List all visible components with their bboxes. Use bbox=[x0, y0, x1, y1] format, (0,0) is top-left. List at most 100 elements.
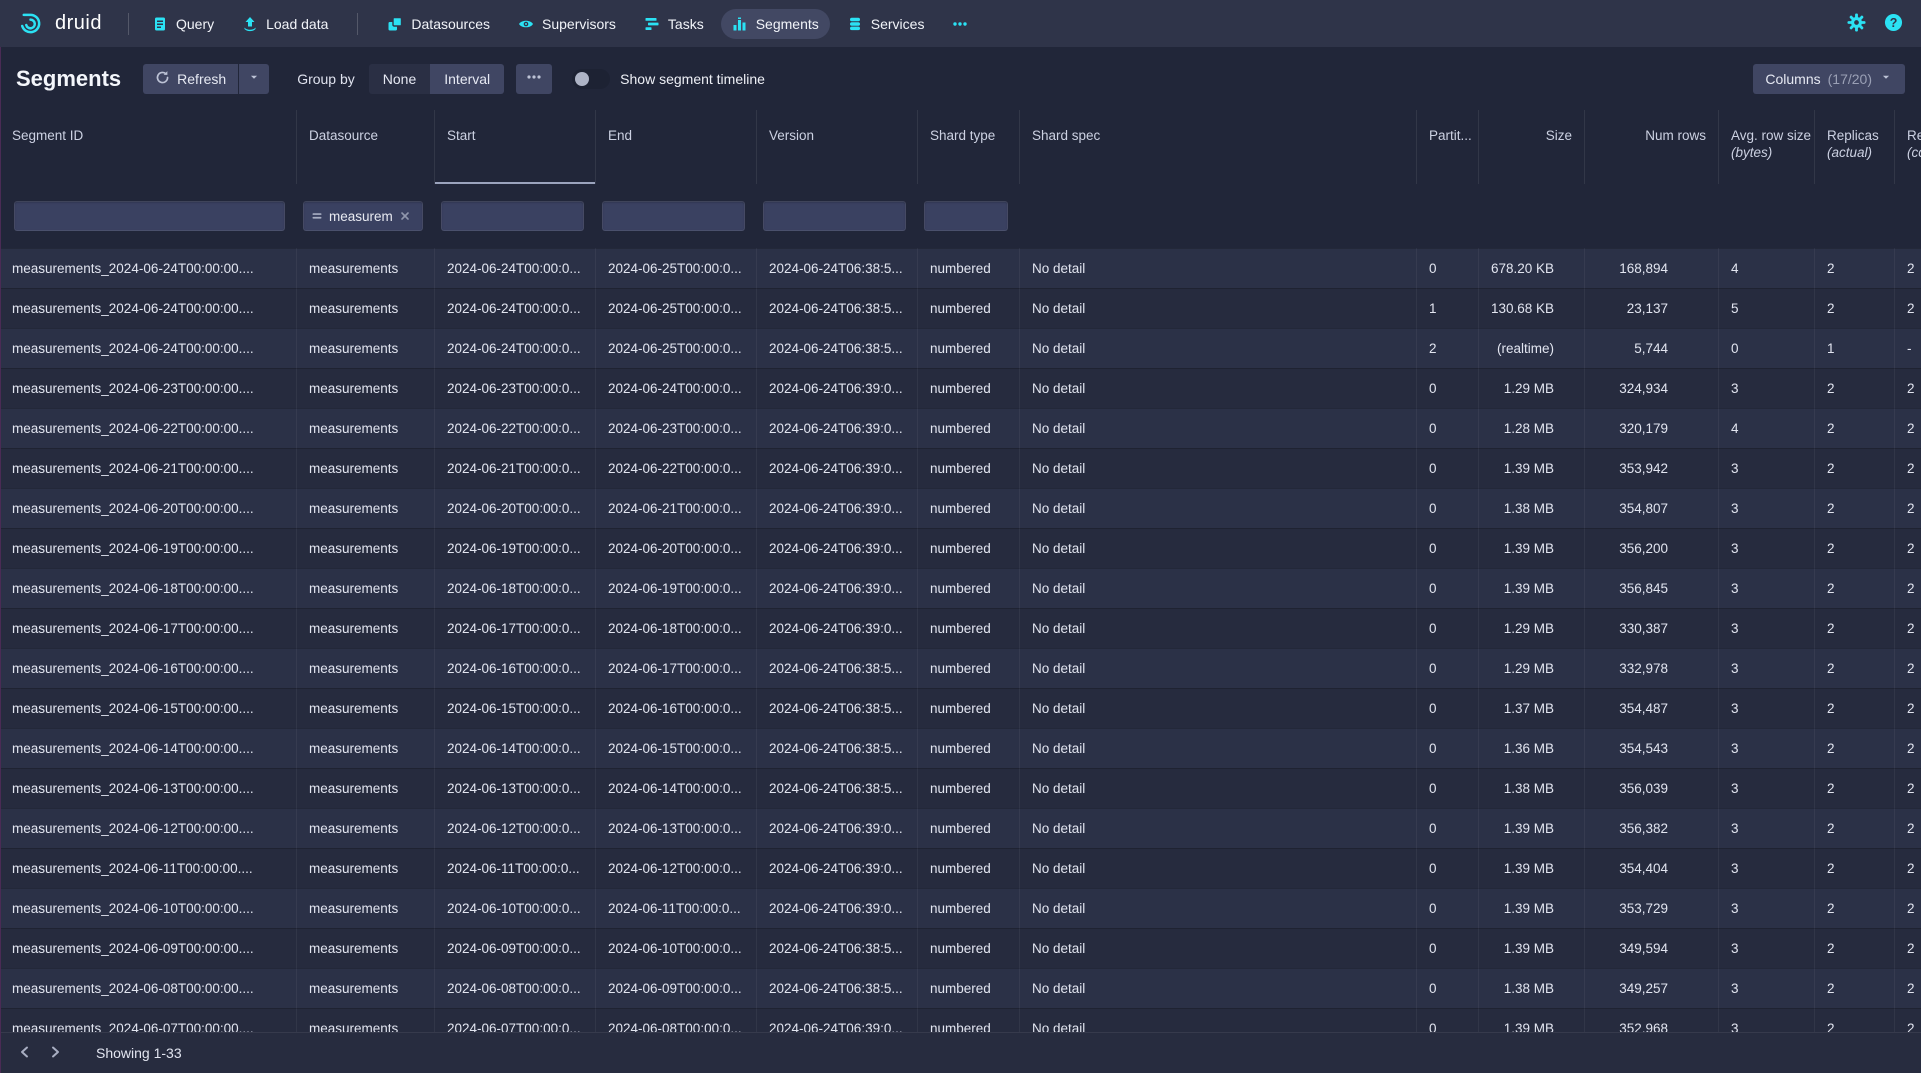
end-cell: 2024-06-10T00:00:0... bbox=[596, 928, 757, 968]
nav-item-services[interactable]: Services bbox=[836, 9, 936, 39]
datasource-cell: measurements bbox=[297, 768, 435, 808]
table-row[interactable]: measurements_2024-06-21T00:00:00....meas… bbox=[0, 448, 1921, 488]
version-cell: 2024-06-24T06:38:5... bbox=[757, 728, 918, 768]
column-header-segment-id[interactable]: Segment ID bbox=[0, 110, 297, 184]
equals-icon bbox=[311, 210, 323, 222]
column-header-partition[interactable]: Partit... bbox=[1417, 110, 1479, 184]
svg-text:?: ? bbox=[1890, 15, 1898, 29]
next-page-button[interactable] bbox=[40, 1038, 70, 1068]
more-group-by-button[interactable] bbox=[516, 64, 552, 94]
table-row[interactable]: measurements_2024-06-09T00:00:00....meas… bbox=[0, 928, 1921, 968]
column-header-version[interactable]: Version bbox=[757, 110, 918, 184]
column-header-avg-row-size[interactable]: Avg. row size(bytes) bbox=[1719, 110, 1815, 184]
shard-type-cell: numbered bbox=[918, 1008, 1020, 1032]
start-cell: 2024-06-13T00:00:0... bbox=[435, 768, 596, 808]
nav-item-label: Supervisors bbox=[542, 16, 616, 32]
table-row[interactable]: measurements_2024-06-17T00:00:00....meas… bbox=[0, 608, 1921, 648]
table-row[interactable]: measurements_2024-06-20T00:00:00....meas… bbox=[0, 488, 1921, 528]
group-by-interval-button[interactable]: Interval bbox=[430, 64, 504, 94]
datasource-filter-value: measurem bbox=[329, 209, 393, 224]
shard-spec-cell: No detail bbox=[1020, 768, 1417, 808]
settings-button[interactable] bbox=[1847, 13, 1866, 35]
shard-type-cell: numbered bbox=[918, 768, 1020, 808]
segment-id-filter-input[interactable] bbox=[14, 201, 285, 231]
table-row[interactable]: measurements_2024-06-24T00:00:00....meas… bbox=[0, 248, 1921, 288]
datasource-cell: measurements bbox=[297, 288, 435, 328]
version-filter-input[interactable] bbox=[763, 201, 906, 231]
nav-item-supervisors[interactable]: Supervisors bbox=[507, 9, 627, 39]
table-row[interactable]: measurements_2024-06-22T00:00:00....meas… bbox=[0, 408, 1921, 448]
table-row[interactable]: measurements_2024-06-07T00:00:00....meas… bbox=[0, 1008, 1921, 1032]
column-header-replication-factor[interactable]: Replication factor(configured) bbox=[1895, 110, 1921, 184]
column-header-size[interactable]: Size bbox=[1479, 110, 1585, 184]
num-rows-cell: 354,404 bbox=[1585, 848, 1719, 888]
column-header-num-rows[interactable]: Num rows bbox=[1585, 110, 1719, 184]
table-row[interactable]: measurements_2024-06-10T00:00:00....meas… bbox=[0, 888, 1921, 928]
table-row[interactable]: measurements_2024-06-19T00:00:00....meas… bbox=[0, 528, 1921, 568]
refresh-interval-dropdown[interactable] bbox=[239, 64, 269, 94]
nav-item-tasks[interactable]: Tasks bbox=[633, 9, 715, 39]
column-header-replicas[interactable]: Replicas(actual) bbox=[1815, 110, 1895, 184]
avg-row-size-cell: 3 bbox=[1719, 928, 1815, 968]
remove-filter-icon[interactable] bbox=[399, 210, 411, 222]
table-row[interactable]: measurements_2024-06-12T00:00:00....meas… bbox=[0, 808, 1921, 848]
start-cell: 2024-06-24T00:00:0... bbox=[435, 328, 596, 368]
partition-cell: 0 bbox=[1417, 568, 1479, 608]
column-header-start[interactable]: Start bbox=[435, 110, 596, 184]
show-timeline-toggle[interactable] bbox=[572, 69, 610, 89]
table-row[interactable]: measurements_2024-06-13T00:00:00....meas… bbox=[0, 768, 1921, 808]
column-header-end[interactable]: End bbox=[596, 110, 757, 184]
avg-row-size-cell: 4 bbox=[1719, 408, 1815, 448]
replicas-cell: 2 bbox=[1815, 928, 1895, 968]
shard-type-cell: numbered bbox=[918, 448, 1020, 488]
avg-row-size-cell: 3 bbox=[1719, 728, 1815, 768]
shard-type-cell: numbered bbox=[918, 568, 1020, 608]
columns-button[interactable]: Columns (17/20) bbox=[1753, 64, 1905, 94]
nav-item-more[interactable] bbox=[941, 9, 979, 39]
table-row[interactable]: measurements_2024-06-24T00:00:00....meas… bbox=[0, 288, 1921, 328]
table-row[interactable]: measurements_2024-06-15T00:00:00....meas… bbox=[0, 688, 1921, 728]
replicas-cell: 2 bbox=[1815, 608, 1895, 648]
datasource-cell: measurements bbox=[297, 1008, 435, 1032]
replication-factor-cell: 2 bbox=[1895, 968, 1921, 1008]
table-row[interactable]: measurements_2024-06-14T00:00:00....meas… bbox=[0, 728, 1921, 768]
group-by-segmented-control: None Interval bbox=[369, 64, 504, 94]
showing-label: Showing 1-33 bbox=[96, 1045, 182, 1061]
datasource-cell: measurements bbox=[297, 928, 435, 968]
replicas-cell: 2 bbox=[1815, 488, 1895, 528]
start-filter-input[interactable] bbox=[441, 201, 584, 231]
datasource-filter-input[interactable]: measurem bbox=[303, 201, 423, 231]
nav-item-segments[interactable]: Segments bbox=[721, 9, 830, 39]
replication-factor-cell: 2 bbox=[1895, 688, 1921, 728]
table-row[interactable]: measurements_2024-06-23T00:00:00....meas… bbox=[0, 368, 1921, 408]
prev-page-button[interactable] bbox=[10, 1038, 40, 1068]
size-cell: 1.29 MB bbox=[1479, 368, 1585, 408]
end-cell: 2024-06-17T00:00:0... bbox=[596, 648, 757, 688]
nav-item-load-data[interactable]: Load data bbox=[231, 9, 339, 39]
size-cell: 1.39 MB bbox=[1479, 448, 1585, 488]
table-row[interactable]: measurements_2024-06-16T00:00:00....meas… bbox=[0, 648, 1921, 688]
end-filter-input[interactable] bbox=[602, 201, 745, 231]
table-row[interactable]: measurements_2024-06-18T00:00:00....meas… bbox=[0, 568, 1921, 608]
table-row[interactable]: measurements_2024-06-24T00:00:00....meas… bbox=[0, 328, 1921, 368]
group-by-none-button[interactable]: None bbox=[369, 64, 430, 94]
table-row[interactable]: measurements_2024-06-08T00:00:00....meas… bbox=[0, 968, 1921, 1008]
segment-id-cell: measurements_2024-06-07T00:00:00.... bbox=[0, 1008, 297, 1032]
nav-item-datasources[interactable]: Datasources bbox=[376, 9, 501, 39]
refresh-button[interactable]: Refresh bbox=[143, 64, 238, 94]
druid-brand[interactable]: druid bbox=[14, 11, 102, 36]
column-header-datasource[interactable]: Datasource bbox=[297, 110, 435, 184]
table-row[interactable]: measurements_2024-06-11T00:00:00....meas… bbox=[0, 848, 1921, 888]
nav-item-query[interactable]: Query bbox=[141, 9, 225, 39]
column-header-shard-type[interactable]: Shard type bbox=[918, 110, 1020, 184]
replicas-cell: 2 bbox=[1815, 368, 1895, 408]
shard-type-filter-input[interactable] bbox=[924, 201, 1008, 231]
avg-row-size-cell: 4 bbox=[1719, 248, 1815, 288]
end-cell: 2024-06-25T00:00:0... bbox=[596, 288, 757, 328]
size-cell: 1.29 MB bbox=[1479, 608, 1585, 648]
version-cell: 2024-06-24T06:39:0... bbox=[757, 848, 918, 888]
end-cell: 2024-06-15T00:00:0... bbox=[596, 728, 757, 768]
column-header-shard-spec[interactable]: Shard spec bbox=[1020, 110, 1417, 184]
nav-item-label: Services bbox=[871, 16, 925, 32]
help-button[interactable]: ? bbox=[1884, 13, 1903, 35]
